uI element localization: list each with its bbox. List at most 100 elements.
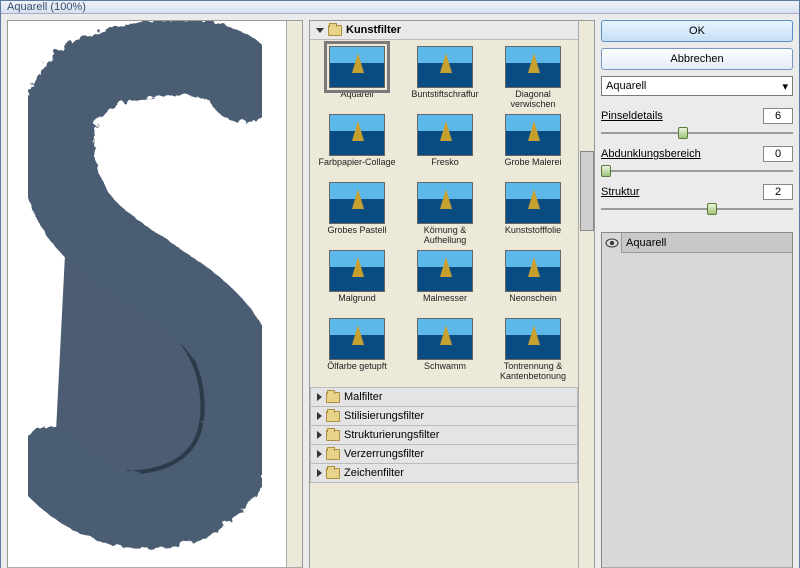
filter-thumb-grobes-pastell[interactable]: Grobes Pastell xyxy=(316,182,398,246)
folder-icon xyxy=(326,411,340,422)
thumbnail-label: Schwamm xyxy=(424,362,466,382)
param-slider[interactable] xyxy=(601,164,793,178)
thumbnail-image xyxy=(329,182,385,224)
thumbnail-label: Malgrund xyxy=(338,294,376,314)
category-label: Strukturierungsfilter xyxy=(344,429,439,441)
visibility-toggle[interactable] xyxy=(602,233,622,253)
thumbnail-image xyxy=(329,318,385,360)
filter-thumb-buntstiftschraffur[interactable]: Buntstiftschraffur xyxy=(404,46,486,110)
preview-image[interactable] xyxy=(8,21,302,567)
category-label: Zeichenfilter xyxy=(344,467,404,479)
thumbnail-label: Kunststofffolie xyxy=(505,226,561,246)
category-label: Stilisierungsfilter xyxy=(344,410,424,422)
folder-icon xyxy=(328,25,342,36)
effect-layer-name: Aquarell xyxy=(622,237,666,249)
thumbnail-label: Diagonal verwischen xyxy=(492,90,574,110)
filter-thumb-diagonal-verwischen[interactable]: Diagonal verwischen xyxy=(492,46,574,110)
category-malfilter[interactable]: Malfilter xyxy=(310,387,578,407)
param-value-input[interactable] xyxy=(763,184,793,200)
titlebar: Aquarell (100%) xyxy=(1,1,799,14)
thumbnail-label: Grobes Pastell xyxy=(327,226,386,246)
disclosure-triangle-icon xyxy=(317,431,322,439)
param-label: Struktur xyxy=(601,186,640,198)
param-value-input[interactable] xyxy=(763,108,793,124)
window-title: Aquarell (100%) xyxy=(7,1,86,13)
thumbnail-label: Körnung & Aufhellung xyxy=(404,226,486,246)
thumbnail-image xyxy=(417,182,473,224)
thumbnail-image xyxy=(505,182,561,224)
filter-thumb-fresko[interactable]: Fresko xyxy=(404,114,486,178)
filter-thumb-k-rnung-aufhellung[interactable]: Körnung & Aufhellung xyxy=(404,182,486,246)
category-stilisierungsfilter[interactable]: Stilisierungsfilter xyxy=(310,406,578,426)
filter-gallery-window: Aquarell (100%) − + 100% ▾ xyxy=(0,0,800,568)
category-verzerrungsfilter[interactable]: Verzerrungsfilter xyxy=(310,444,578,464)
filter-thumb-schwamm[interactable]: Schwamm xyxy=(404,318,486,382)
thumbnail-label: Fresko xyxy=(431,158,459,178)
param-abdunklungsbereich: Abdunklungsbereich xyxy=(601,146,793,178)
category-zeichenfilter[interactable]: Zeichenfilter xyxy=(310,463,578,483)
categories-scrollbar[interactable] xyxy=(578,21,594,568)
preview-scrollbar-vertical[interactable] xyxy=(286,21,302,567)
thumbnail-image xyxy=(505,250,561,292)
thumbnail-label: Tontrennung & Kantenbetonung xyxy=(492,362,574,382)
effect-layers-panel: Aquarell ▣ 🗑 xyxy=(601,232,793,568)
folder-icon xyxy=(326,392,340,403)
thumbnail-image xyxy=(329,250,385,292)
category-label: Malfilter xyxy=(344,391,383,403)
param-struktur: Struktur xyxy=(601,184,793,216)
filter-thumb-grobe-malerei[interactable]: Grobe Malerei xyxy=(492,114,574,178)
filter-thumb-aquarell[interactable]: Aquarell xyxy=(316,46,398,110)
param-pinseldetails: Pinseldetails xyxy=(601,108,793,140)
filter-categories-pane: Kunstfilter Aquarell Buntstiftschraffur Di… xyxy=(309,20,595,568)
filter-dropdown-value: Aquarell xyxy=(606,80,646,92)
filter-dropdown[interactable]: Aquarell ▾ xyxy=(601,76,793,96)
filter-thumb-neonschein[interactable]: Neonschein xyxy=(492,250,574,314)
thumbnail-image xyxy=(417,250,473,292)
cancel-button[interactable]: Abbrechen xyxy=(601,48,793,70)
thumbnail-label: Aquarell xyxy=(340,90,373,110)
filter-thumbnail-grid: Aquarell Buntstiftschraffur Diagonal verwi… xyxy=(310,40,594,388)
disclosure-triangle-icon xyxy=(317,450,322,458)
effect-layer-row[interactable]: Aquarell xyxy=(602,233,792,253)
disclosure-triangle-icon xyxy=(317,412,322,420)
thumbnail-image xyxy=(329,46,385,88)
param-slider[interactable] xyxy=(601,126,793,140)
folder-icon xyxy=(326,449,340,460)
param-value-input[interactable] xyxy=(763,146,793,162)
filter-thumb-malmesser[interactable]: Malmesser xyxy=(404,250,486,314)
param-slider[interactable] xyxy=(601,202,793,216)
thumbnail-label: Neonschein xyxy=(509,294,557,314)
content-area: − + 100% ▾ Kunstfilter Aquarell Buntstift… xyxy=(1,14,799,568)
thumbnail-image xyxy=(417,46,473,88)
controls-pane: OK Abbrechen Aquarell ▾ Pinseldetails Abd… xyxy=(601,20,793,568)
thumbnail-label: Farbpapier-Collage xyxy=(318,158,395,178)
filter-thumb-tontrennung-kantenbetonung[interactable]: Tontrennung & Kantenbetonung xyxy=(492,318,574,382)
collapsed-categories: Malfilter Stilisierungsfilter Strukturieru… xyxy=(310,388,578,483)
thumbnail-label: Malmesser xyxy=(423,294,467,314)
filter-thumb-kunststofffolie[interactable]: Kunststofffolie xyxy=(492,182,574,246)
category-kunstfilter[interactable]: Kunstfilter xyxy=(310,21,594,40)
thumbnail-image xyxy=(505,46,561,88)
folder-icon xyxy=(326,468,340,479)
chevron-down-icon: ▾ xyxy=(782,80,788,93)
folder-icon xyxy=(326,430,340,441)
thumbnail-image xyxy=(417,318,473,360)
preview-pane: − + 100% ▾ xyxy=(7,20,303,568)
category-label: Verzerrungsfilter xyxy=(344,448,424,460)
filter-thumb--lfarbe-getupft[interactable]: Ölfarbe getupft xyxy=(316,318,398,382)
thumbnail-label: Buntstiftschraffur xyxy=(411,90,478,110)
thumbnail-image xyxy=(505,114,561,156)
filter-thumb-malgrund[interactable]: Malgrund xyxy=(316,250,398,314)
disclosure-triangle-icon xyxy=(317,469,322,477)
param-label: Abdunklungsbereich xyxy=(601,148,701,160)
category-strukturierungsfilter[interactable]: Strukturierungsfilter xyxy=(310,425,578,445)
filter-thumb-farbpapier-collage[interactable]: Farbpapier-Collage xyxy=(316,114,398,178)
disclosure-triangle-icon xyxy=(316,28,324,33)
thumbnail-label: Ölfarbe getupft xyxy=(327,362,387,382)
ok-button[interactable]: OK xyxy=(601,20,793,42)
thumbnail-image xyxy=(505,318,561,360)
thumbnail-label: Grobe Malerei xyxy=(504,158,561,178)
eye-icon xyxy=(605,238,619,248)
param-label: Pinseldetails xyxy=(601,110,663,122)
category-label: Kunstfilter xyxy=(346,24,401,36)
